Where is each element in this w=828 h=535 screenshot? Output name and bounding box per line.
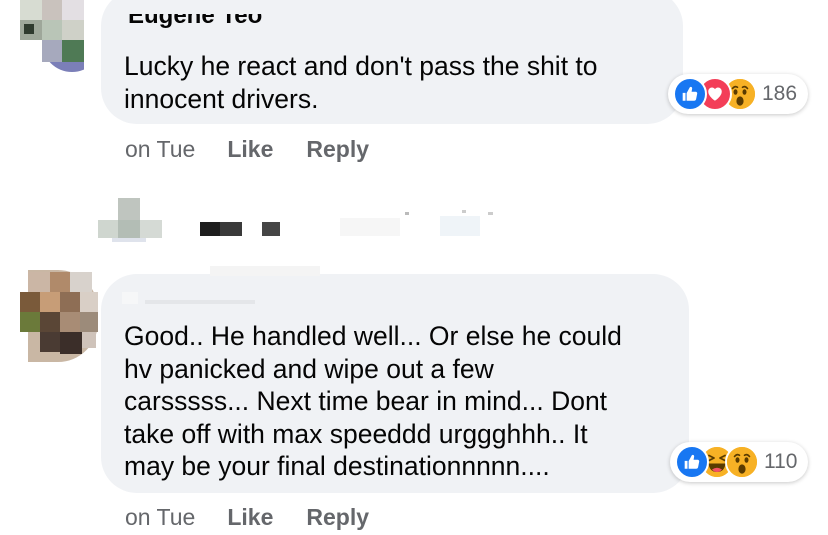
comment-actions: on Tue Like Reply	[125, 136, 369, 163]
like-button[interactable]: Like	[227, 136, 273, 163]
wow-icon	[725, 445, 759, 479]
comment: Eugene Teo Lucky he react and don't pass…	[0, 0, 828, 180]
reply-button[interactable]: Reply	[306, 136, 369, 163]
reaction-count: 186	[762, 82, 798, 105]
avatar[interactable]	[20, 0, 84, 72]
reaction-count: 110	[764, 450, 798, 473]
avatar[interactable]	[18, 270, 98, 362]
comment: Good.. He handled well... Or else he cou…	[0, 260, 828, 535]
comment-actions: on Tue Like Reply	[125, 504, 369, 531]
author-name[interactable]: Eugene Teo	[128, 14, 262, 32]
like-icon	[673, 77, 707, 111]
like-icon	[675, 445, 709, 479]
comment-timestamp[interactable]: on Tue	[125, 136, 195, 163]
redacted-reply	[0, 190, 828, 250]
comment-timestamp[interactable]: on Tue	[125, 504, 195, 531]
comment-text: Good.. He handled well... Or else he cou…	[124, 321, 622, 481]
reaction-summary[interactable]: 186	[668, 74, 808, 114]
reply-button[interactable]: Reply	[306, 504, 369, 531]
like-button[interactable]: Like	[227, 504, 273, 531]
comment-text: Lucky he react and don't pass the shit t…	[124, 51, 598, 114]
author-name-redacted[interactable]	[210, 266, 320, 276]
reaction-summary[interactable]: 110	[670, 442, 808, 482]
